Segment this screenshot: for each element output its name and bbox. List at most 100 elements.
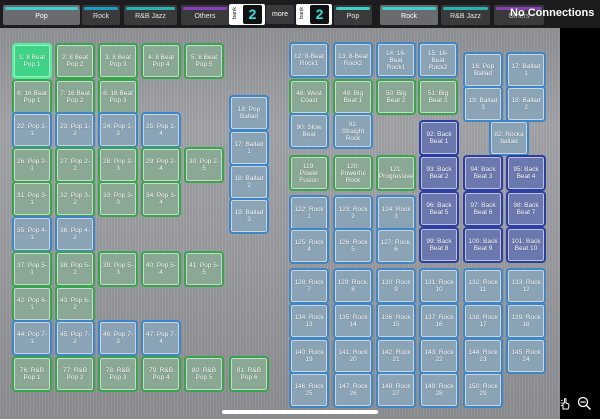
- left-pad-30-pop-2-5[interactable]: 30: Pop 2-5: [184, 147, 224, 183]
- right-pad-93-back-beat-2[interactable]: 93: Back Beat 2: [419, 155, 459, 191]
- tab-others-left[interactable]: Others: [181, 5, 229, 25]
- left-pad-4-8-beat-pop-4[interactable]: 4: 8 Beat Pop 4: [141, 43, 181, 79]
- right-pad-99-back-beat-8[interactable]: 99: Back Beat 8: [419, 227, 459, 263]
- left-pad-7-16-beat-pop-2[interactable]: 7: 16 Beat Pop 2: [55, 79, 95, 115]
- right-pad-128-rock-7[interactable]: 128: Rock 7: [289, 268, 329, 304]
- right-pad-95-back-beat-4[interactable]: 95: Back Beat 4: [506, 155, 546, 191]
- left-pad-26-pop-2-1[interactable]: 26: Pop 2-1: [12, 147, 52, 183]
- tab-rnb-jazz-left[interactable]: R&B Jazz: [124, 5, 177, 25]
- left-pad-23-pop-1-2[interactable]: 23: Pop 1-2: [55, 112, 95, 148]
- right-pad-97-back-beat-6[interactable]: 97: Back Beat 6: [463, 191, 503, 227]
- left-pad-27-pop-2-2[interactable]: 27: Pop 2-2: [55, 147, 95, 183]
- left-pad-46-pop-7-3[interactable]: 46: Pop 7-3: [98, 320, 138, 356]
- right-pad-130-rock-9[interactable]: 130: Rock 9: [376, 268, 416, 304]
- right-pad-149-rock-28[interactable]: 149: Rock 28: [419, 372, 459, 408]
- bank-selector-left[interactable]: bank 2: [229, 4, 265, 25]
- more-button[interactable]: more: [266, 5, 294, 24]
- hand-pointer-icon[interactable]: [559, 397, 572, 410]
- left-pad-5-8-beat-pop-5[interactable]: 5: 8 Beat Pop 5: [184, 43, 224, 79]
- right-pad-16-pop-ballad[interactable]: 16: Pop Ballad: [463, 52, 503, 88]
- left-pad-32-pop-3-2[interactable]: 32: Pop 3-2: [55, 181, 95, 217]
- right-pad-90-slow-beat[interactable]: 90: Slow Beat: [289, 113, 329, 149]
- left-pad-42-pop-6-1[interactable]: 42: Pop 6-1: [12, 286, 52, 322]
- right-pad-101-back-beat-10[interactable]: 101: Back Beat 10: [506, 227, 546, 263]
- left-pad-44-pop-7-1[interactable]: 44: Pop 7-1: [12, 320, 52, 356]
- right-pad-96-back-beat-5[interactable]: 96: Back Beat 5: [419, 191, 459, 227]
- right-pad-50-big-beat-2[interactable]: 50: Big Beat 2: [376, 79, 416, 115]
- left-pad-35-pop-4-1[interactable]: 35: Pop 4-1: [12, 216, 52, 252]
- right-pad-48-west-coast[interactable]: 48: West Coast: [289, 79, 329, 115]
- right-pad-146-rock-25[interactable]: 146: Rock 25: [289, 372, 329, 408]
- right-pad-136-rock-15[interactable]: 136: Rock 15: [376, 303, 416, 339]
- right-pad-13-8-beat-rock2[interactable]: 13: 8-Beat Rock2: [333, 42, 373, 78]
- left-pad-3-8-beat-pop-3[interactable]: 3: 8 Beat Pop 3: [98, 43, 138, 79]
- left-pad-39-pop-5-3[interactable]: 39: Pop 5-3: [98, 251, 138, 287]
- left-pad-80-r-b-pop-5[interactable]: 80: R&B Pop 5: [184, 356, 224, 392]
- right-pad-82-rocka-ballad[interactable]: 82: Rocka ballad: [489, 120, 529, 156]
- left-pad-19-ballad-3[interactable]: 19: Ballad 3: [229, 198, 269, 234]
- tab-rnb-jazz-right[interactable]: R&B Jazz: [441, 5, 490, 25]
- right-pad-18-ballad-2[interactable]: 18: Ballad 2: [506, 86, 546, 122]
- left-pad-81-r-b-pop-6[interactable]: 81: R&B Pop 6: [229, 356, 269, 392]
- right-pad-98-back-beat-7[interactable]: 98: Back Beat 7: [506, 191, 546, 227]
- right-pad-140-rock-19[interactable]: 140: Rock 19: [289, 338, 329, 374]
- right-pad-142-rock-21[interactable]: 142: Rock 21: [376, 338, 416, 374]
- right-pad-139-rock-18[interactable]: 139: Rock 18: [506, 303, 546, 339]
- left-pad-25-pop-1-4[interactable]: 25: Pop 1-4: [141, 112, 181, 148]
- left-pad-43-pop-6-2[interactable]: 43: Pop 6-2: [55, 286, 95, 322]
- right-pad-121-progressive[interactable]: 121: Progressive: [376, 155, 416, 191]
- left-pad-45-pop-7-2[interactable]: 45: Pop 7-2: [55, 320, 95, 356]
- right-pad-49-big-beat-1[interactable]: 49: Big Beat 1: [333, 79, 373, 115]
- right-pad-133-rock-12[interactable]: 133: Rock 12: [506, 268, 546, 304]
- tab-pop-left[interactable]: Pop: [3, 5, 80, 25]
- right-pad-51-big-beat-3[interactable]: 51: Big Beat 3: [418, 79, 458, 115]
- right-pad-132-rock-11[interactable]: 132: Rock 11: [463, 268, 503, 304]
- left-pad-28-pop-2-3[interactable]: 28: Pop 2-3: [98, 147, 138, 183]
- tab-rock-left[interactable]: Rock: [82, 5, 120, 25]
- left-pad-1-8-beat-pop-1[interactable]: 1: 8 Beat Pop 1: [12, 43, 52, 79]
- right-pad-120-powerful-rock[interactable]: 120: Powerful Rock: [333, 155, 373, 191]
- left-pad-33-pop-3-3[interactable]: 33: Pop 3-3: [98, 181, 138, 217]
- right-pad-134-rock-13[interactable]: 134: Rock 13: [289, 303, 329, 339]
- left-pad-17-ballad-1[interactable]: 17: Ballad 1: [229, 130, 269, 166]
- right-pad-94-back-beat-3[interactable]: 94: Back Beat 3: [463, 155, 503, 191]
- zoom-out-icon[interactable]: [577, 396, 592, 411]
- left-pad-36-pop-4-2[interactable]: 36: Pop 4-2: [55, 216, 95, 252]
- left-pad-6-16-beat-pop-1[interactable]: 6: 16 Beat Pop 1: [12, 79, 52, 115]
- right-pad-19-ballad-3[interactable]: 19: Ballad 3: [463, 86, 503, 122]
- right-pad-123-rock-2[interactable]: 123: Rock 2: [333, 195, 373, 231]
- right-pad-141-rock-20[interactable]: 141: Rock 20: [333, 338, 373, 374]
- right-pad-92-back-beat-1[interactable]: 92: Back Beat 1: [419, 120, 459, 156]
- left-pad-18-pop-ballad[interactable]: 18: Pop Ballad: [229, 95, 269, 131]
- left-pad-76-r-b-pop-1[interactable]: 76: R&B Pop 1: [12, 356, 52, 392]
- left-pad-79-r-b-pop-4[interactable]: 79: R&B Pop 4: [141, 356, 181, 392]
- right-pad-125-rock-4[interactable]: 125: Rock 4: [289, 228, 329, 264]
- right-pad-122-rock-1[interactable]: 122: Rock 1: [289, 195, 329, 231]
- left-pad-40-pop-5-4[interactable]: 40: Pop 5-4: [141, 251, 181, 287]
- right-pad-100-back-beat-9[interactable]: 100: Back Beat 9: [463, 227, 503, 263]
- right-pad-126-rock-5[interactable]: 126: Rock 5: [333, 228, 373, 264]
- right-pad-147-rock-26[interactable]: 147: Rock 26: [333, 372, 373, 408]
- right-pad-127-rock-6[interactable]: 127: Rock. 6: [376, 228, 416, 264]
- right-pad-119-power-fusion[interactable]: 119: Power Fusion: [289, 155, 329, 191]
- right-pad-138-rock-17[interactable]: 138: Rock 17: [463, 303, 503, 339]
- right-pad-12-8-beat-rock1[interactable]: 12: 8-Beat Rock1: [289, 42, 329, 78]
- left-pad-78-r-b-pop-3[interactable]: 78: R&B Pop 3: [98, 356, 138, 392]
- left-pad-24-pop-1-3[interactable]: 24: Pop 1-3: [98, 112, 138, 148]
- right-pad-91-straight-rock[interactable]: 91: Straight Rock: [333, 113, 373, 149]
- bank-selector-right[interactable]: bank 2: [296, 4, 332, 25]
- left-pad-8-16-beat-pop-3[interactable]: 8: 16 Beat Pop 3: [98, 79, 138, 115]
- left-pad-18-ballad-2[interactable]: 18: Ballad 2: [229, 164, 269, 200]
- left-pad-37-pop-5-1[interactable]: 37: Pop 5-1: [12, 251, 52, 287]
- left-pad-22-pop-1-1[interactable]: 22: Pop 1-1: [12, 112, 52, 148]
- right-pad-145-rock-24[interactable]: 145: Rock 24: [506, 338, 546, 374]
- left-pad-31-pop-3-1[interactable]: 31: Pop 3-1: [12, 181, 52, 217]
- right-pad-15-16-beat-rock2[interactable]: 15: 16-Beat Rock2: [418, 42, 458, 78]
- tab-rock-right[interactable]: Rock: [380, 5, 438, 25]
- left-pad-2-8-beat-pop-2[interactable]: 2: 8 Beat Pop 2: [55, 43, 95, 79]
- right-pad-129-rock-8[interactable]: 129: Rock. 8: [333, 268, 373, 304]
- right-pad-14-16-beat-rock1[interactable]: 14: 16-Beat Rock1: [376, 42, 416, 78]
- right-pad-131-rock-10[interactable]: 131: Rock 10: [419, 268, 459, 304]
- right-pad-144-rock-23[interactable]: 144: Rock 23: [463, 338, 503, 374]
- right-pad-135-rock-14[interactable]: 135: Rock 14: [333, 303, 373, 339]
